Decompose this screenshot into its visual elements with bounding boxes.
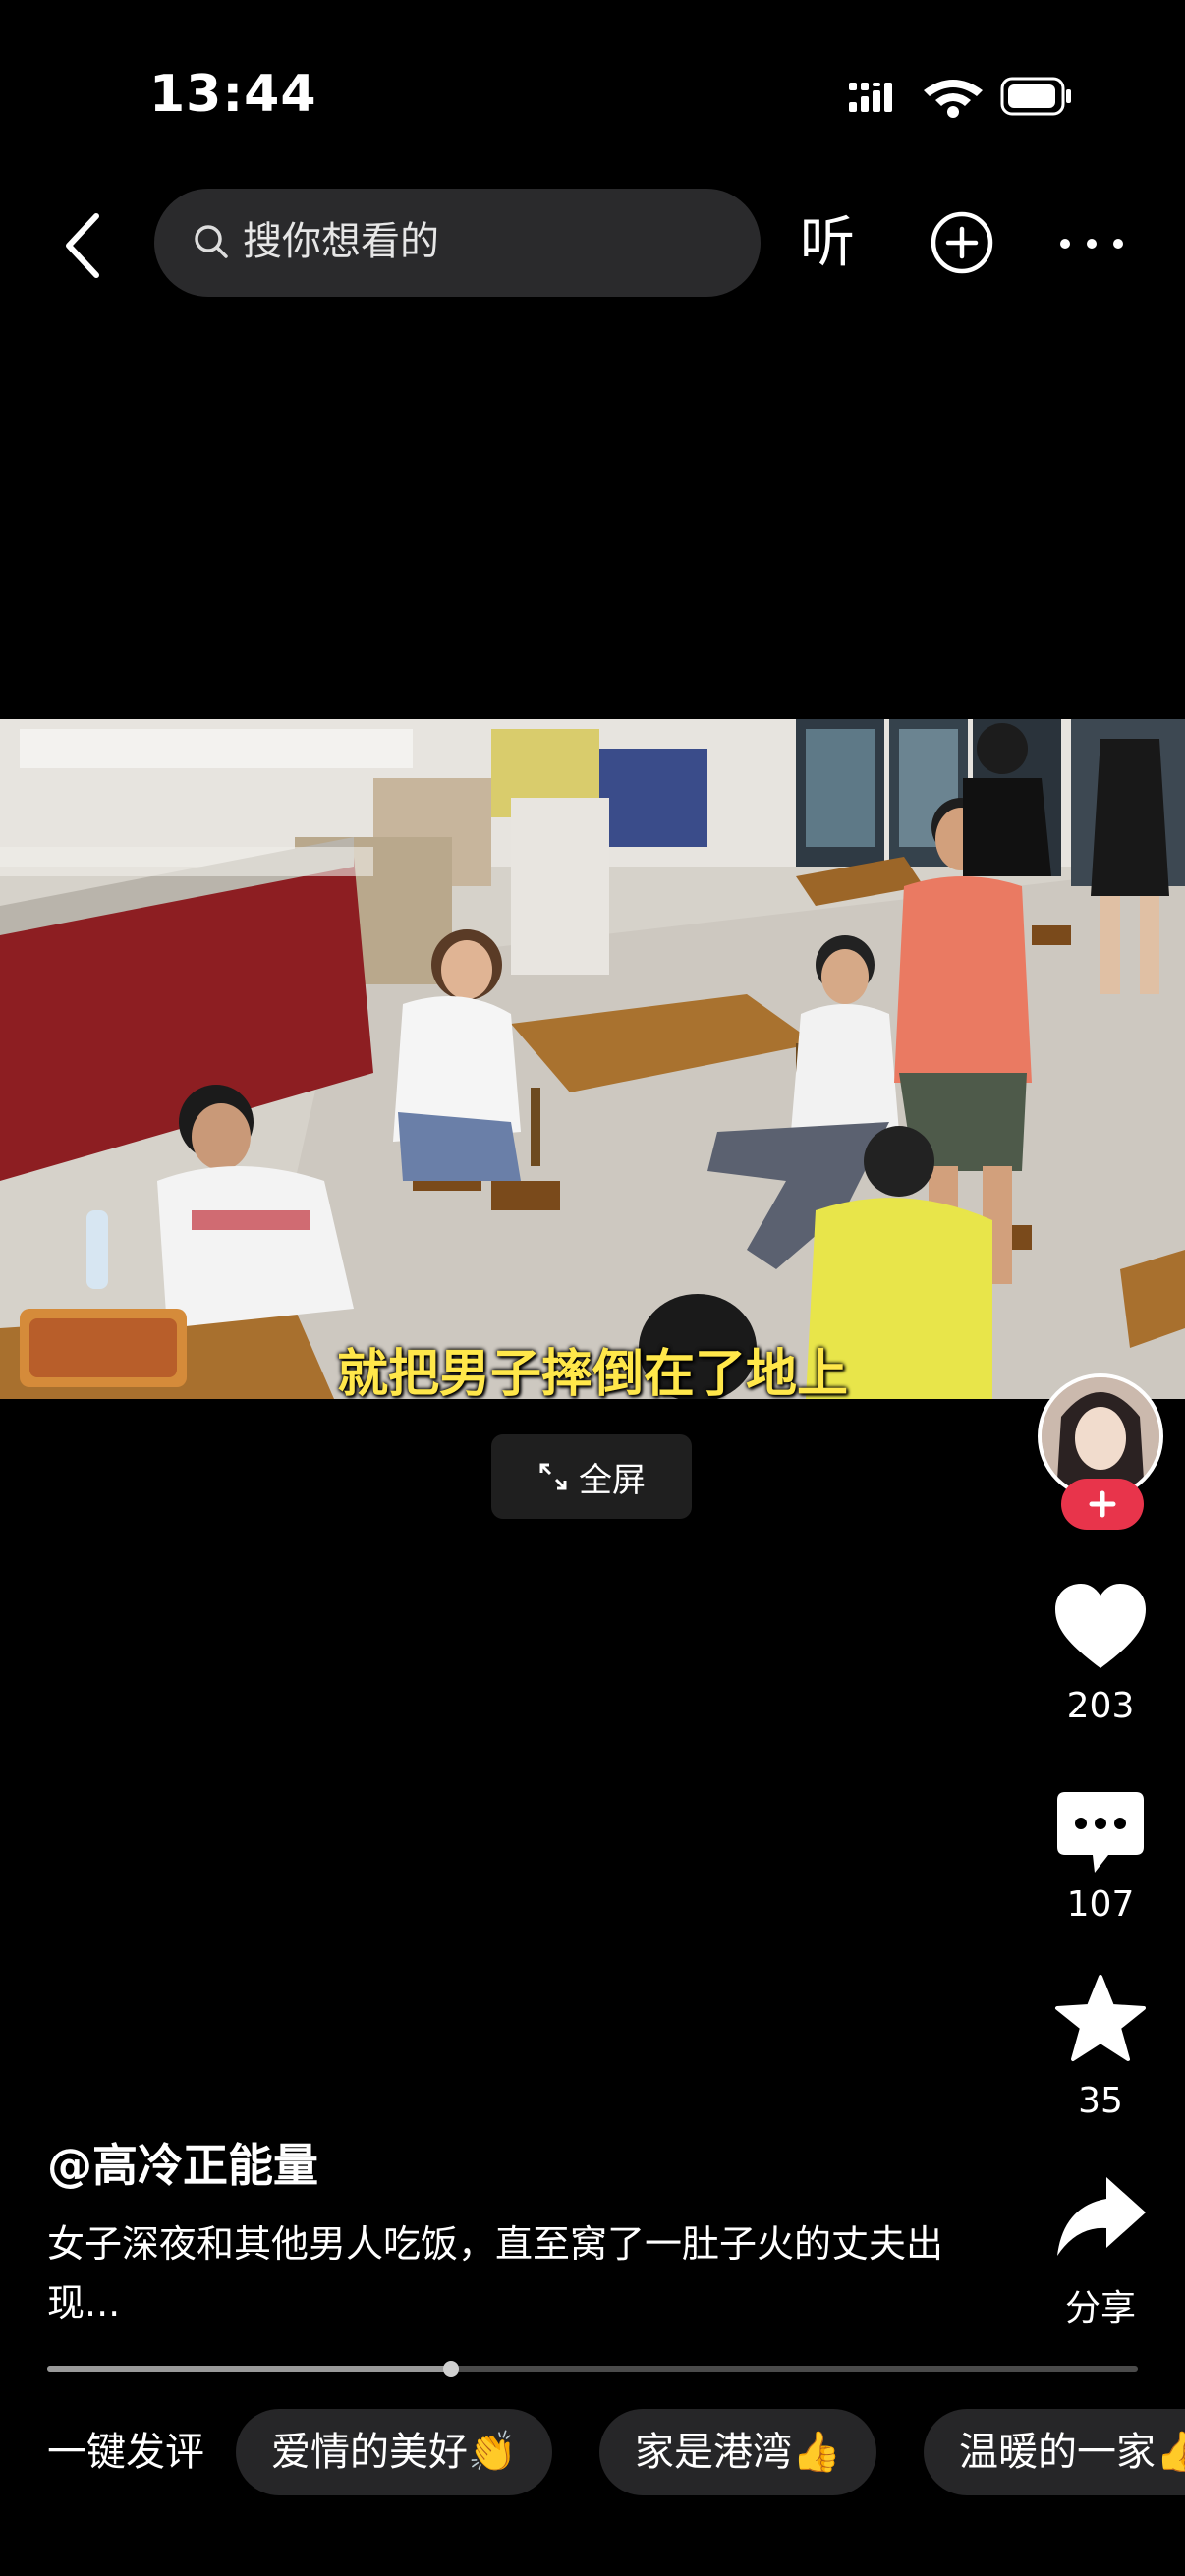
like-button[interactable] [1049, 1578, 1152, 1676]
search-input[interactable]: 搜你想看的 [154, 189, 761, 297]
signal-icon [849, 77, 1071, 118]
search-placeholder: 搜你想看的 [243, 219, 439, 264]
plus-icon [1089, 1490, 1116, 1518]
favorite-count: 35 [1078, 2081, 1123, 2121]
comment-button[interactable] [1049, 1784, 1152, 1882]
status-time: 13:44 [149, 65, 317, 124]
follow-button[interactable] [1061, 1479, 1144, 1530]
progress-thumb[interactable] [442, 2361, 459, 2377]
star-icon [1055, 1975, 1146, 2061]
share-arrow-icon [1057, 2177, 1146, 2256]
expand-icon [539, 1463, 567, 1490]
search-icon [195, 225, 228, 258]
heart-icon [1055, 1584, 1146, 1668]
progress-bar[interactable] [47, 2361, 1138, 2377]
quick-comment-chip[interactable]: 温暖的一家👍 [924, 2409, 1185, 2495]
video-subtitle: 就把男子摔倒在了地上 [336, 1345, 848, 1404]
add-button[interactable] [928, 208, 996, 277]
quick-comment-chip[interactable]: 家是港湾👍 [599, 2409, 876, 2495]
fullscreen-label: 全屏 [579, 1460, 646, 1500]
comment-icon [1057, 1792, 1144, 1873]
fullscreen-button[interactable]: 全屏 [491, 1434, 692, 1519]
author-name[interactable]: @高冷正能量 [47, 2130, 318, 2195]
progress-fill [47, 2366, 451, 2372]
plus-circle-icon [931, 211, 993, 274]
chevron-left-icon [66, 213, 99, 278]
back-button[interactable] [59, 206, 108, 285]
quick-comment-label: 一键发评 [47, 2430, 204, 2475]
like-count: 203 [1066, 1686, 1135, 1726]
comment-count: 107 [1066, 1884, 1135, 1925]
post-description[interactable]: 女子深夜和其他男人吃饭，直至窝了一肚子火的丈夫出现... [47, 2214, 981, 2332]
listen-button[interactable]: 听 [800, 204, 855, 283]
more-button[interactable] [1057, 234, 1126, 253]
avatar-image [1042, 1377, 1159, 1495]
more-dots-icon [1060, 239, 1123, 249]
share-button[interactable] [1049, 2167, 1152, 2266]
video-player[interactable] [0, 719, 1185, 1399]
status-icons [845, 73, 1081, 122]
share-label: 分享 [1064, 2288, 1136, 2328]
quick-comment-chip[interactable]: 爱情的美好👏 [236, 2409, 552, 2495]
favorite-button[interactable] [1049, 1971, 1152, 2069]
video-frame [0, 719, 1185, 1399]
